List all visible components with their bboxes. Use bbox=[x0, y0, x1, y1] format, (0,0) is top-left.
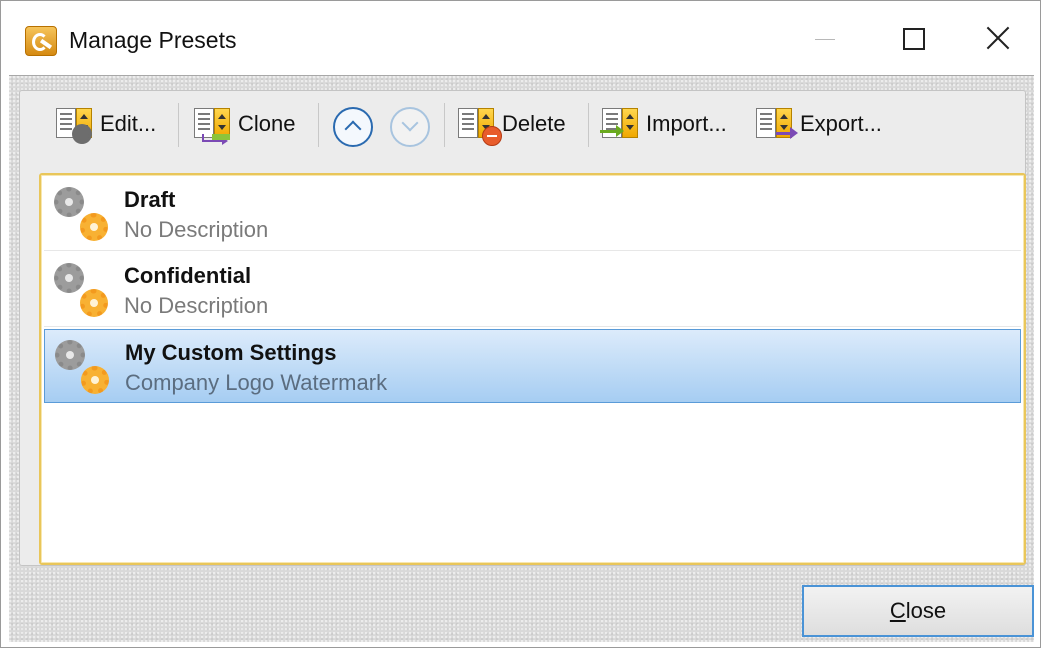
preset-name: Confidential bbox=[124, 263, 252, 288]
toolbar-separator bbox=[444, 103, 445, 147]
presets-list[interactable]: Draft No Description Confidential No Des… bbox=[39, 173, 1026, 565]
list-item[interactable]: Draft No Description bbox=[44, 177, 1021, 251]
toolbar: Edit... Clone Delete Import... Export... bbox=[20, 91, 1025, 151]
delete-label: Delete bbox=[502, 111, 566, 136]
clone-preset-icon bbox=[192, 106, 232, 145]
edit-label: Edit... bbox=[100, 111, 157, 136]
delete-preset-icon bbox=[456, 106, 502, 146]
list-item[interactable]: Confidential No Description bbox=[44, 253, 1021, 327]
close-window-button[interactable] bbox=[963, 15, 1033, 65]
toolbar-separator bbox=[178, 103, 179, 147]
toolbar-separator bbox=[318, 103, 319, 147]
maximize-button[interactable] bbox=[879, 15, 949, 65]
close-mnemonic: C bbox=[889, 598, 906, 623]
edit-preset-icon bbox=[54, 106, 94, 144]
delete-button[interactable]: Delete bbox=[456, 106, 566, 146]
gears-icon bbox=[51, 334, 115, 400]
presets-panel: Edit... Clone Delete Import... Export...… bbox=[19, 90, 1026, 566]
preset-description: No Description bbox=[124, 217, 269, 242]
minimize-button bbox=[791, 15, 861, 65]
export-preset-icon bbox=[754, 106, 798, 142]
import-preset-icon bbox=[600, 106, 640, 142]
import-label: Import... bbox=[646, 111, 727, 136]
dialog-body: Edit... Clone Delete Import... Export...… bbox=[9, 75, 1034, 642]
close-label: lose bbox=[905, 598, 947, 623]
preset-description: No Description bbox=[124, 293, 269, 318]
manage-presets-dialog: Manage Presets Edit... Clone Delete Impo… bbox=[0, 0, 1041, 648]
gears-icon bbox=[50, 181, 114, 247]
clone-label: Clone bbox=[238, 111, 296, 136]
toolbar-separator bbox=[588, 103, 589, 147]
move-up-button[interactable] bbox=[333, 107, 373, 147]
app-logo-icon bbox=[25, 26, 57, 56]
export-label: Export... bbox=[800, 111, 882, 136]
import-button[interactable]: Import... bbox=[600, 106, 727, 142]
list-item-selected[interactable]: My Custom Settings Company Logo Watermar… bbox=[44, 329, 1021, 403]
move-down-button[interactable] bbox=[390, 107, 430, 147]
preset-name: Draft bbox=[124, 187, 176, 212]
edit-button[interactable]: Edit... bbox=[54, 106, 157, 144]
window-title: Manage Presets bbox=[69, 27, 237, 53]
gears-icon bbox=[50, 257, 114, 323]
close-button[interactable]: Close bbox=[802, 585, 1034, 637]
title-bar[interactable]: Manage Presets bbox=[1, 1, 1040, 75]
export-button[interactable]: Export... bbox=[754, 106, 882, 142]
clone-button[interactable]: Clone bbox=[192, 106, 296, 145]
preset-name: My Custom Settings bbox=[125, 340, 337, 365]
preset-description: Company Logo Watermark bbox=[125, 370, 388, 395]
